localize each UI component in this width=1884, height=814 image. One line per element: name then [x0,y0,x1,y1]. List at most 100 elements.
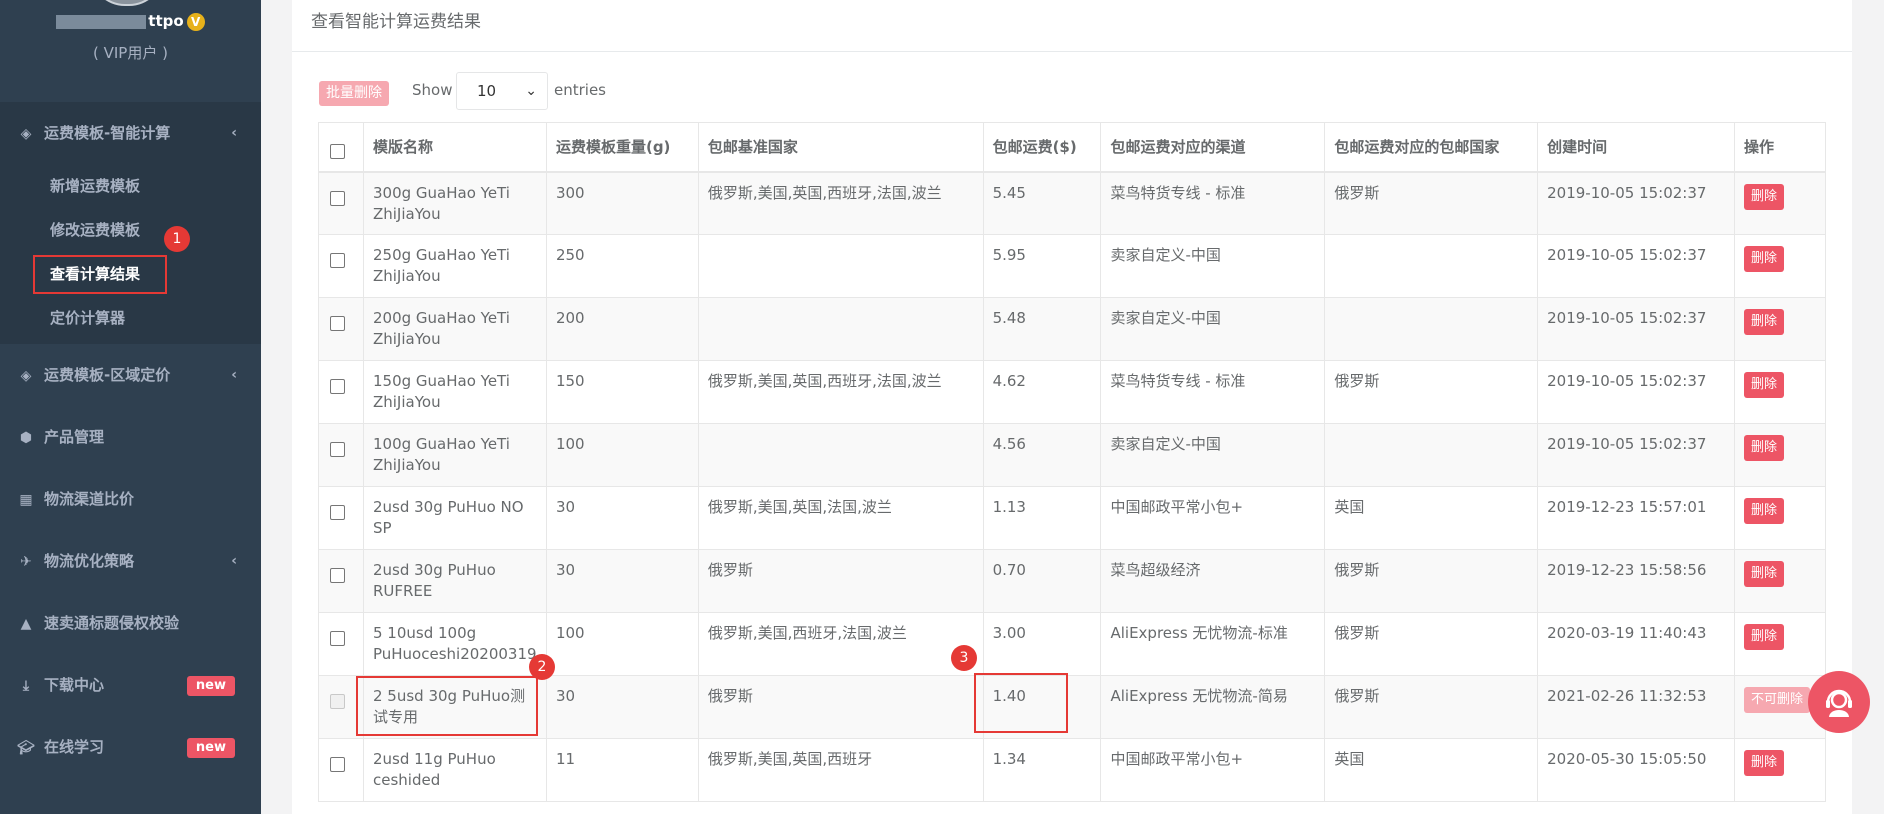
sidebar-item-region-pricing[interactable]: ◈ 运费模板-区域定价 ‹ [0,344,261,406]
annotation-box-active-menu [33,255,167,294]
chevron-left-icon: ‹ [231,553,237,569]
annotation-step-2: 2 [529,654,555,680]
cell-channel: AliExpress 无忧物流-简易 [1100,675,1326,739]
column-header[interactable]: 包邮基准国家 [697,122,984,173]
cell-action: 删除 [1734,297,1826,361]
calculator-icon: ▦ [19,492,33,508]
sidebar-subitem-edit-template[interactable]: 修改运费模板 [0,208,261,252]
delete-button[interactable]: 删除 [1744,246,1785,272]
cell-weight: 30 [545,486,699,550]
column-header[interactable]: 包邮运费对应的包邮国家 [1324,122,1539,173]
row-checkbox[interactable] [330,757,345,772]
cell-fee: 5.48 [982,297,1102,361]
cell-base-countries: 俄罗斯,美国,英国,西班牙,法国,波兰 [697,171,984,235]
column-header[interactable]: 包邮运费对应的渠道 [1100,122,1326,173]
main-panel: 查看智能计算运费结果 批量删除 Show 10 ⌄ entries 模版名称 运… [292,0,1852,814]
delete-button[interactable]: 删除 [1744,561,1785,587]
column-header[interactable]: 运费模板重量(g) [545,122,699,173]
cell-channel: AliExpress 无忧物流-标准 [1100,612,1326,676]
cell-base-countries: 俄罗斯,美国,英国,法国,波兰 [697,486,984,550]
sidebar-subitem-pricing-calculator[interactable]: 定价计算器 [0,296,261,340]
cell-fee: 0.70 [982,549,1102,613]
row-checkbox[interactable] [330,568,345,583]
row-select-cell [318,234,364,298]
table-row: 100g GuaHao YeTi ZhiJiaYou 100 4.56 卖家自定义-中… [318,423,1826,487]
new-badge: new [186,676,235,696]
sidebar-subitem-add-template[interactable]: 新增运费模板 [0,164,261,208]
sidebar-item-channel-compare[interactable]: ▦ 物流渠道比价 [0,468,261,530]
row-checkbox[interactable] [330,316,345,331]
sidebar-item-logistics-strategy[interactable]: ✈ 物流优化策略 ‹ [0,530,261,592]
cell-channel: 菜鸟特货专线 - 标准 [1100,360,1326,424]
cell-free-country [1324,234,1539,298]
delete-button[interactable]: 删除 [1744,498,1785,524]
cell-weight: 30 [545,675,699,739]
delete-button[interactable]: 删除 [1744,750,1785,776]
cell-free-country: 英国 [1324,486,1539,550]
delete-disabled-button: 不可删除 [1744,687,1811,713]
row-checkbox[interactable] [330,379,345,394]
column-header[interactable]: 模版名称 [362,122,547,173]
row-select-cell [318,360,364,424]
avatar[interactable] [90,0,164,6]
sidebar-item-downloads[interactable]: ⤓ 下载中心 new [0,654,261,716]
chevron-down-icon: ⌄ [525,83,537,99]
row-checkbox[interactable] [330,505,345,520]
select-all-checkbox[interactable] [330,144,345,159]
customer-support-button[interactable] [1808,671,1870,733]
delete-button[interactable]: 删除 [1744,309,1785,335]
table-row: 2usd 30g PuHuo RUFREE 30 俄罗斯 0.70 菜鸟超级经济 俄罗斯 2… [318,549,1826,613]
cell-created: 2019-10-05 15:02:37 [1537,423,1735,487]
plane-icon: ✈ [20,554,32,570]
graduation-cap-icon: 🎓︎ [17,740,35,756]
row-checkbox[interactable] [330,631,345,646]
cell-channel: 菜鸟超级经济 [1100,549,1326,613]
cell-action: 删除 [1734,612,1826,676]
cell-weight: 11 [545,738,699,802]
cell-free-country: 俄罗斯 [1324,360,1539,424]
column-header[interactable]: 创建时间 [1537,122,1735,173]
row-checkbox[interactable] [330,442,345,457]
table-row: 200g GuaHao YeTi ZhiJiaYou 200 5.48 卖家自定义-中… [318,297,1826,361]
entries-per-page-select[interactable]: 10 ⌄ [456,72,548,110]
cell-base-countries [697,234,984,298]
cell-channel: 卖家自定义-中国 [1100,423,1326,487]
sidebar-item-title-check[interactable]: ▲ 速卖通标题侵权校验 [0,592,261,654]
sidebar-item-label: 物流渠道比价 [44,490,135,508]
cell-created: 2020-05-30 15:05:50 [1537,738,1735,802]
table-row: 2usd 30g PuHuo NO SP 30 俄罗斯,美国,英国,法国,波兰 1.1… [318,486,1826,550]
row-checkbox[interactable] [330,253,345,268]
cell-base-countries: 俄罗斯,美国,英国,西班牙,法国,波兰 [697,360,984,424]
sidebar-item-label: 下载中心 [44,676,105,694]
cell-fee: 4.56 [982,423,1102,487]
batch-delete-button[interactable]: 批量删除 [319,81,389,106]
annotation-box-template-name [356,676,538,736]
cell-weight: 30 [545,549,699,613]
cell-base-countries: 俄罗斯 [697,549,984,613]
cell-action: 删除 [1734,549,1826,613]
row-checkbox[interactable] [330,190,345,206]
delete-button[interactable]: 删除 [1744,183,1785,210]
cell-weight: 200 [545,297,699,361]
cell-created: 2019-10-05 15:02:37 [1537,171,1735,235]
delete-button[interactable]: 删除 [1744,624,1785,650]
sidebar-item-products[interactable]: ⬢ 产品管理 [0,406,261,468]
sidebar-item-online-learning[interactable]: 🎓︎ 在线学习 new [0,716,261,778]
cell-name: 100g GuaHao YeTi ZhiJiaYou [362,423,547,487]
column-header[interactable]: 包邮运费($) [982,122,1102,173]
sidebar-item-label: 运费模板-智能计算 [44,124,171,142]
chevron-left-icon: ‹ [231,125,237,141]
nav-group-smart-calc: ◈ 运费模板-智能计算 ‹ 新增运费模板 修改运费模板 查看计算结果 定价计算器 [0,102,261,344]
username[interactable]: ttpo V [0,12,261,31]
delete-button[interactable]: 删除 [1744,435,1785,461]
delete-button[interactable]: 删除 [1744,372,1785,398]
select-all-cell [318,122,364,173]
table-row: 300g GuaHao YeTi ZhiJiaYou 300 俄罗斯,美国,英国,西… [318,171,1826,235]
sidebar-item-label: 运费模板-区域定价 [44,366,171,384]
row-select-cell [318,612,364,676]
sidebar-item-smart-calc[interactable]: ◈ 运费模板-智能计算 ‹ [0,102,261,164]
warning-icon: ▲ [20,616,32,632]
row-select-cell [318,171,364,235]
cell-fee: 3.00 [982,612,1102,676]
cell-free-country: 俄罗斯 [1324,612,1539,676]
